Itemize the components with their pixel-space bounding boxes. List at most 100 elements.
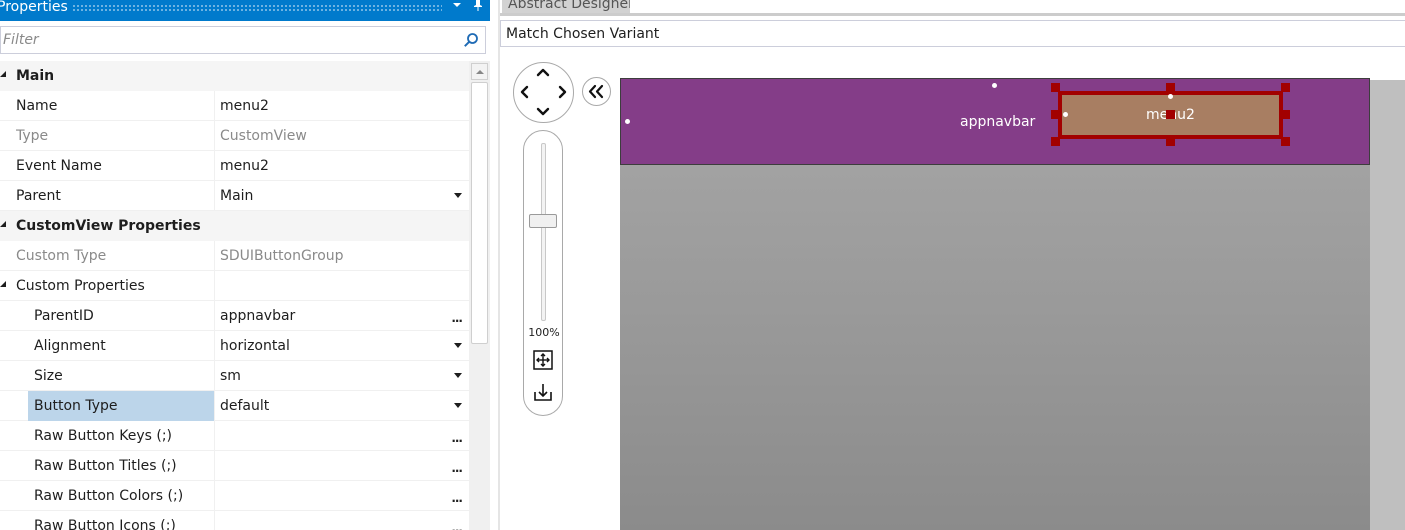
designer-tab[interactable]: Abstract Designer [502, 0, 630, 13]
filter-input[interactable] [1, 27, 451, 53]
collapse-triangle-icon[interactable] [0, 71, 6, 77]
property-value[interactable] [214, 511, 469, 530]
collapse-triangle-icon[interactable] [0, 281, 6, 287]
anchor-dot [625, 119, 630, 124]
resize-handle[interactable] [1051, 83, 1060, 92]
property-name: Custom Properties [16, 278, 145, 294]
anchor-dot [1063, 112, 1068, 117]
properties-title-bar: Properties [0, 0, 490, 21]
resize-handle[interactable] [1281, 110, 1290, 119]
resize-handle[interactable] [1166, 137, 1175, 146]
anchor-dot [992, 83, 997, 88]
dropdown-arrow-icon[interactable] [454, 403, 462, 408]
ellipsis-button[interactable]: ... [451, 421, 463, 451]
zoom-level-label: 100% [528, 326, 560, 339]
variant-selector[interactable]: Match Chosen Variant [500, 20, 1405, 47]
property-value[interactable]: horizontal [214, 331, 469, 361]
property-value[interactable] [214, 481, 469, 511]
property-name: Size [34, 368, 63, 384]
property-name: Name [16, 98, 58, 114]
double-chevron-left-icon [588, 84, 604, 99]
property-value[interactable]: Main [214, 181, 469, 211]
ellipsis-button[interactable]: ... [451, 481, 463, 511]
property-name: Raw Button Keys (;) [34, 428, 173, 444]
dropdown-arrow-icon[interactable] [449, 0, 465, 13]
dropdown-arrow-icon[interactable] [454, 193, 462, 198]
property-row-parentid[interactable]: ParentID appnavbar ... [0, 301, 469, 331]
property-row-event-name[interactable]: Event Name menu2 [0, 151, 469, 181]
property-value[interactable]: menu2 [214, 91, 469, 121]
property-name: Event Name [16, 158, 102, 174]
resize-handle[interactable] [1051, 137, 1060, 146]
property-name: Alignment [34, 338, 106, 354]
pan-control[interactable] [513, 62, 574, 123]
property-value: CustomView [214, 121, 469, 151]
resize-handle[interactable] [1051, 110, 1060, 119]
zoom-slider-track[interactable] [541, 143, 546, 321]
resize-handle[interactable] [1166, 83, 1175, 92]
property-value[interactable] [214, 451, 469, 481]
collapse-triangle-icon[interactable] [0, 221, 6, 227]
resize-handle[interactable] [1166, 110, 1175, 119]
property-value[interactable] [214, 421, 469, 451]
properties-title: Properties [0, 0, 68, 15]
property-name: Button Type [28, 391, 214, 421]
property-name: Raw Button Colors (;) [34, 488, 184, 504]
property-row-raw-button-colors[interactable]: Raw Button Colors (;) ... [0, 481, 469, 511]
property-row-raw-button-icons[interactable]: Raw Button Icons (;) ... [0, 511, 469, 530]
device-preview: appnavbar menu2 [620, 78, 1405, 530]
tab-divider [500, 13, 1405, 16]
category-customview-properties[interactable]: CustomView Properties [0, 211, 469, 241]
property-grid-scrollbar[interactable] [469, 61, 490, 530]
designer-tab-label: Abstract Designer [508, 0, 630, 12]
property-group-custom-properties[interactable]: Custom Properties [0, 271, 469, 301]
property-row-alignment[interactable]: Alignment horizontal [0, 331, 469, 361]
fit-to-screen-icon[interactable] [532, 349, 554, 371]
scroll-up-button[interactable] [471, 63, 488, 80]
ellipsis-button[interactable]: ... [451, 301, 463, 331]
pan-arrows-icon[interactable] [513, 62, 574, 123]
dropdown-arrow-icon[interactable] [454, 343, 462, 348]
property-row-name[interactable]: Name menu2 [0, 91, 469, 121]
ellipsis-button[interactable]: ... [451, 511, 463, 530]
resize-handle[interactable] [1281, 137, 1290, 146]
pin-icon[interactable] [470, 0, 486, 13]
dropdown-arrow-icon[interactable] [454, 373, 462, 378]
title-grip[interactable] [72, 4, 442, 12]
property-name: Raw Button Titles (;) [34, 458, 177, 474]
property-row-size[interactable]: Size sm [0, 361, 469, 391]
abstract-designer: Abstract Designer Match Chosen Variant 1 [498, 0, 1405, 530]
property-row-raw-button-keys[interactable]: Raw Button Keys (;) ... [0, 421, 469, 451]
property-value[interactable]: default [214, 391, 469, 421]
filter-box [0, 26, 486, 54]
property-value[interactable]: sm [214, 361, 469, 391]
anchor-dot [1168, 94, 1173, 99]
appnavbar-view[interactable]: appnavbar menu2 [620, 78, 1370, 165]
property-name: Parent [16, 188, 61, 204]
variant-label: Match Chosen Variant [506, 26, 660, 42]
properties-panel: Properties Main Name menu2 Type CustomVi… [0, 0, 490, 530]
property-value: SDUIButtonGroup [214, 241, 469, 271]
collapse-panel-button[interactable] [582, 77, 611, 106]
download-icon[interactable] [532, 381, 554, 403]
resize-handle[interactable] [1281, 83, 1290, 92]
property-grid: Main Name menu2 Type CustomView Event Na… [0, 61, 469, 530]
scroll-thumb[interactable] [471, 82, 488, 344]
zoom-control: 100% [523, 130, 563, 416]
zoom-slider-thumb[interactable] [529, 214, 557, 229]
property-name: Custom Type [16, 248, 107, 264]
property-row-button-type[interactable]: Button Type default [0, 391, 469, 421]
ellipsis-button[interactable]: ... [451, 451, 463, 481]
property-value[interactable]: menu2 [214, 151, 469, 181]
property-row-custom-type: Custom Type SDUIButtonGroup [0, 241, 469, 271]
property-row-parent[interactable]: Parent Main [0, 181, 469, 211]
search-icon[interactable] [463, 32, 479, 48]
appnavbar-label: appnavbar [960, 114, 1036, 130]
category-label: Main [16, 68, 55, 84]
property-name: Type [16, 128, 49, 144]
property-row-raw-button-titles[interactable]: Raw Button Titles (;) ... [0, 451, 469, 481]
property-value[interactable]: appnavbar [214, 301, 469, 331]
property-name: Raw Button Icons (;) [34, 518, 176, 530]
device-screen[interactable]: appnavbar menu2 [620, 78, 1370, 530]
category-main[interactable]: Main [0, 61, 469, 91]
